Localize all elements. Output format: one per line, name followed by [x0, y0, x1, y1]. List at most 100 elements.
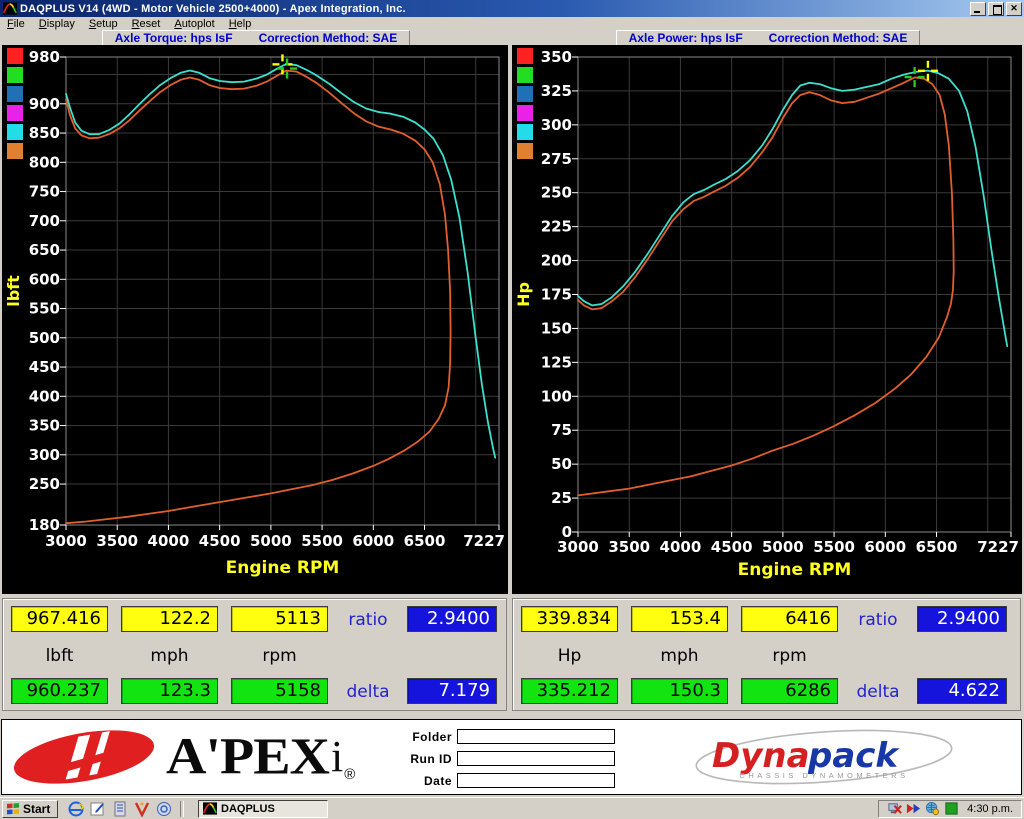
y-tick-label: 0 [562, 523, 572, 541]
y-axis-title: lbft [4, 275, 23, 307]
torque-compare-value: 960.237 [11, 678, 108, 704]
app-icon [203, 802, 217, 815]
x-tick-label: 5000 [250, 532, 292, 550]
x-tick-label: 5500 [301, 532, 343, 550]
legend-swatch [517, 48, 533, 64]
x-tick-label: 3500 [96, 532, 138, 550]
x-tick-label: 4500 [711, 538, 753, 556]
speed-unit-label: mph [121, 646, 218, 666]
x-tick-label: 6500 [916, 538, 958, 556]
rpm-compare-value: 5158 [231, 678, 328, 704]
messenger-icon[interactable] [156, 801, 172, 817]
start-label: Start [23, 802, 50, 816]
delta-label: delta [843, 682, 913, 702]
x-axis-title: Engine RPM [738, 560, 852, 580]
close-button[interactable]: ✕ [1006, 2, 1022, 16]
quick-launch-bar [68, 801, 172, 817]
rpm-cursor-value: 6416 [741, 606, 838, 632]
legend-swatch [517, 124, 533, 140]
menu-reset[interactable]: Reset [125, 18, 168, 30]
power-chart-header: Axle Power: hps IsF Correction Method: S… [616, 30, 921, 46]
torque-unit-label: lbft [11, 646, 108, 666]
y-tick-label: 200 [541, 252, 572, 270]
delta-value: 4.622 [917, 678, 1007, 704]
y-tick-label: 700 [29, 212, 60, 230]
y-tick-label: 550 [29, 300, 60, 318]
x-tick-label: 7227 [463, 532, 505, 550]
dynapack-word-pack: pack [807, 736, 900, 776]
folder-input[interactable] [457, 729, 615, 744]
y-tick-label: 600 [29, 270, 60, 288]
windows-flag-icon [6, 802, 20, 816]
y-tick-label: 325 [541, 82, 572, 100]
torque-chart: 3000350040004500500055006000650072279809… [2, 45, 508, 594]
y-tick-label: 50 [551, 455, 572, 473]
y-tick-label: 500 [29, 329, 60, 347]
daqplus-task-button[interactable]: DAQPLUS [198, 800, 328, 818]
start-button[interactable]: Start [2, 800, 58, 818]
date-input[interactable] [457, 773, 615, 788]
torque-chart-header: Axle Torque: hps IsF Correction Method: … [102, 30, 410, 46]
legend-swatch [7, 48, 23, 64]
ratio-label: ratio [333, 610, 403, 630]
menu-autoplot[interactable]: Autoplot [167, 18, 221, 30]
menu-display[interactable]: Display [32, 18, 82, 30]
ie-icon[interactable] [68, 801, 84, 817]
restore-button[interactable] [988, 2, 1004, 16]
x-tick-label: 4000 [660, 538, 702, 556]
compose-icon[interactable] [90, 801, 106, 817]
title-bar: DAQPLUS V14 (4WD - Motor Vehicle 2500+40… [0, 0, 1024, 17]
y-tick-label: 250 [29, 475, 60, 493]
document-icon[interactable] [112, 801, 128, 817]
speed-compare-value: 123.3 [121, 678, 218, 704]
y-tick-label: 750 [29, 183, 60, 201]
x-tick-label: 7227 [977, 538, 1019, 556]
y-tick-label: 250 [541, 184, 572, 202]
app-icon [3, 2, 17, 15]
x-axis-title: Engine RPM [226, 558, 340, 578]
globe-alert-icon[interactable] [925, 801, 940, 816]
minimize-button[interactable] [970, 2, 986, 16]
y-tick-label: 800 [29, 153, 60, 171]
power-chart: 3000350040004500500055006000650072273503… [512, 45, 1022, 594]
system-tray: 4:30 p.m. [878, 800, 1022, 818]
y-tick-label: 850 [29, 124, 60, 142]
power-compare-value: 335.212 [521, 678, 618, 704]
speed-cursor-value: 153.4 [631, 606, 728, 632]
footer-strip: A'PEX i ® Folder Run ID Date Dyna pack C… [1, 719, 1022, 795]
y-tick-label: 175 [541, 286, 572, 304]
speed-cursor-value: 122.2 [121, 606, 218, 632]
menu-help[interactable]: Help [222, 18, 259, 30]
x-tick-label: 6000 [864, 538, 906, 556]
legend-swatch [7, 86, 23, 102]
y-axis-title: Hp [514, 282, 533, 307]
run-id-input[interactable] [457, 751, 615, 766]
status-square-icon[interactable] [944, 801, 959, 816]
menu-setup[interactable]: Setup [82, 18, 125, 30]
y-tick-label: 900 [29, 95, 60, 113]
y-tick-label: 300 [541, 116, 572, 134]
legend-swatch [7, 105, 23, 121]
menu-file[interactable]: File [0, 18, 32, 30]
apex-wordmark: A'PEX [166, 731, 329, 783]
y-tick-label: 25 [551, 489, 572, 507]
date-label: Date [400, 774, 452, 788]
taskbar: Start [0, 797, 1024, 819]
rpm-unit-label: rpm [741, 646, 838, 666]
run-id-label: Run ID [400, 752, 452, 766]
power-readout-panel: 339.834 153.4 6416 ratio 2.9400 Hp mph r… [512, 598, 1021, 711]
dynapack-word-dyna: Dyna [712, 736, 810, 776]
y-tick-label: 225 [541, 218, 572, 236]
ratio-value: 2.9400 [407, 606, 497, 632]
speed-unit-label: mph [631, 646, 728, 666]
y-tick-label: 650 [29, 241, 60, 259]
arrows-icon[interactable] [906, 801, 921, 816]
rpm-unit-label: rpm [231, 646, 328, 666]
x-tick-label: 4000 [148, 532, 190, 550]
x-tick-label: 6500 [404, 532, 446, 550]
network-offline-icon[interactable] [887, 801, 902, 816]
dynapack-logo: Dyna pack CHASSIS DYNAMOMETERS [690, 726, 958, 788]
legend-swatch [7, 67, 23, 83]
power-chart-panel: 3000350040004500500055006000650072273503… [512, 45, 1022, 594]
media-icon[interactable] [134, 801, 150, 817]
